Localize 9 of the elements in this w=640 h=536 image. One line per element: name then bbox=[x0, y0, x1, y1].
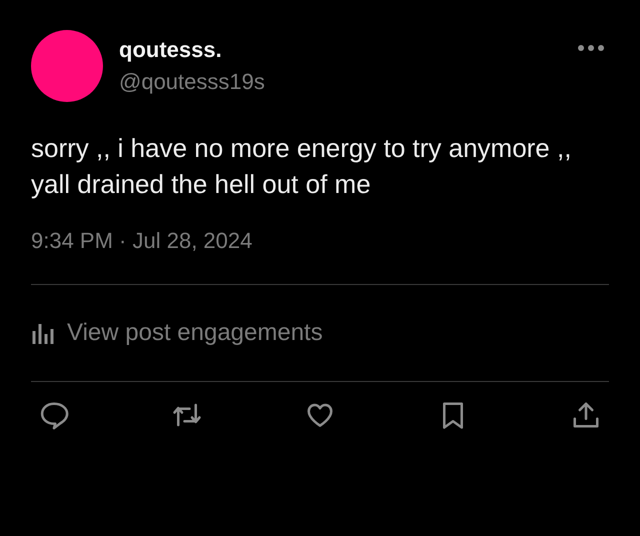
engagements-link[interactable]: View post engagements bbox=[67, 319, 323, 347]
post-text: sorry ,, i have no more energy to try anymore ,, yall drained the hell out of me bbox=[31, 132, 572, 201]
share-icon[interactable] bbox=[571, 400, 601, 430]
chart-icon[interactable] bbox=[31, 321, 55, 345]
reply-icon[interactable] bbox=[39, 400, 69, 430]
more-icon[interactable] bbox=[577, 44, 605, 52]
post-timestamp[interactable]: 9:34 PM · Jul 28, 2024 bbox=[31, 228, 252, 253]
display-name[interactable]: qoutesss. bbox=[119, 37, 265, 63]
user-handle[interactable]: @qoutesss19s bbox=[119, 69, 265, 95]
